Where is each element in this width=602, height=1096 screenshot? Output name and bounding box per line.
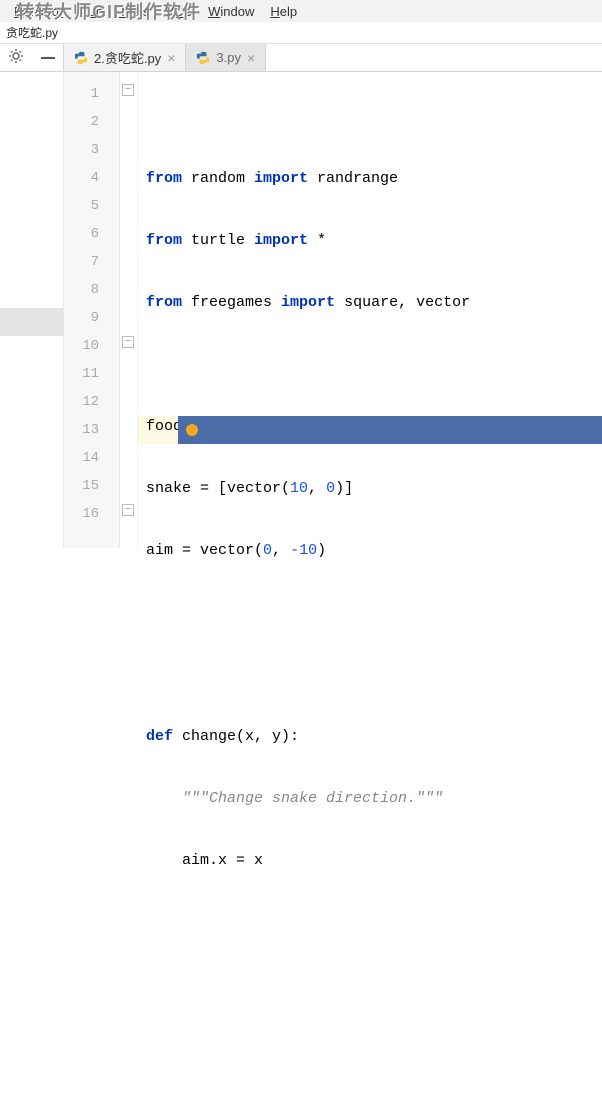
line-number[interactable]: 12	[64, 388, 119, 416]
code-line	[138, 1033, 602, 1061]
line-number[interactable]: 7	[64, 248, 119, 276]
line-number[interactable]: 2	[64, 108, 119, 136]
code-line: from turtle import *	[138, 227, 602, 255]
collapse-icon[interactable]	[41, 57, 55, 59]
menu-window[interactable]: Window	[202, 2, 260, 21]
line-number[interactable]: 5	[64, 192, 119, 220]
code-line: from freegames import square, vector	[138, 289, 602, 317]
line-number[interactable]: 1	[64, 80, 119, 108]
editor-tabs: 2.贪吃蛇.py × 3.py ×	[64, 44, 266, 71]
menu-help[interactable]: Help	[264, 2, 303, 21]
line-number[interactable]: 15	[64, 472, 119, 500]
tab-file-2[interactable]: 3.py ×	[186, 44, 266, 71]
line-number[interactable]: 6	[64, 220, 119, 248]
line-number[interactable]: 3	[64, 136, 119, 164]
menu-refactor[interactable]: Refactor	[8, 2, 69, 21]
python-icon	[196, 51, 210, 65]
code-line: from random import randrange	[138, 165, 602, 193]
selection-highlight	[178, 416, 602, 444]
breadcrumb-file: 贪吃蛇.py	[6, 24, 58, 41]
line-number[interactable]: 4	[64, 164, 119, 192]
margin-marker	[0, 308, 63, 336]
menu-bar: 转转大师GIF制作软件 Refactor Run Tools VCS Windo…	[0, 0, 602, 22]
fold-toggle-icon[interactable]: −	[122, 336, 134, 348]
line-number[interactable]: 14	[64, 444, 119, 472]
breadcrumb[interactable]: 贪吃蛇.py	[0, 22, 602, 44]
tab-label: 2.贪吃蛇.py	[94, 48, 161, 67]
code-line: """Change snake direction."""	[138, 785, 602, 813]
breakpoint-icon[interactable]	[186, 424, 198, 436]
python-icon	[74, 51, 88, 65]
toolbar: 2.贪吃蛇.py × 3.py ×	[0, 44, 602, 72]
close-icon[interactable]: ×	[167, 51, 175, 65]
line-number[interactable]: 16	[64, 500, 119, 528]
tab-file-1[interactable]: 2.贪吃蛇.py ×	[64, 44, 186, 71]
line-number[interactable]: 11	[64, 360, 119, 388]
fold-toggle-icon[interactable]: −	[122, 504, 134, 516]
fold-toggle-icon[interactable]: −	[122, 84, 134, 96]
code-line	[138, 351, 602, 379]
code-area[interactable]: from random import randrange from turtle…	[138, 72, 602, 548]
menu-run[interactable]: Run	[73, 2, 109, 21]
tool-panel-controls	[0, 44, 64, 71]
line-number[interactable]: 9	[64, 304, 119, 332]
code-line	[138, 599, 602, 627]
editor: 1 2 3 4 5 6 7 8 9 10 11 12 13 14 15 16 −…	[0, 72, 602, 548]
code-line	[138, 971, 602, 999]
menu-tools[interactable]: Tools	[113, 2, 155, 21]
menu-vcs[interactable]: VCS	[159, 2, 198, 21]
code-line: aim.y = y	[138, 909, 602, 937]
line-number[interactable]: 13	[64, 416, 119, 444]
left-margin	[0, 72, 64, 548]
code-line: def inside(head):	[138, 1095, 602, 1096]
line-number[interactable]: 8	[64, 276, 119, 304]
line-number[interactable]: 10	[64, 332, 119, 360]
tab-label: 3.py	[216, 50, 241, 65]
code-line	[138, 661, 602, 689]
close-icon[interactable]: ×	[247, 51, 255, 65]
fold-gutter: − − −	[120, 72, 138, 548]
code-line: aim.x = x	[138, 847, 602, 875]
code-line: snake = [vector(10, 0)]	[138, 475, 602, 503]
gear-icon[interactable]	[8, 48, 24, 67]
code-line: def change(x, y):	[138, 723, 602, 751]
line-number-gutter: 1 2 3 4 5 6 7 8 9 10 11 12 13 14 15 16	[64, 72, 120, 548]
code-line: aim = vector(0, -10)	[138, 537, 602, 565]
